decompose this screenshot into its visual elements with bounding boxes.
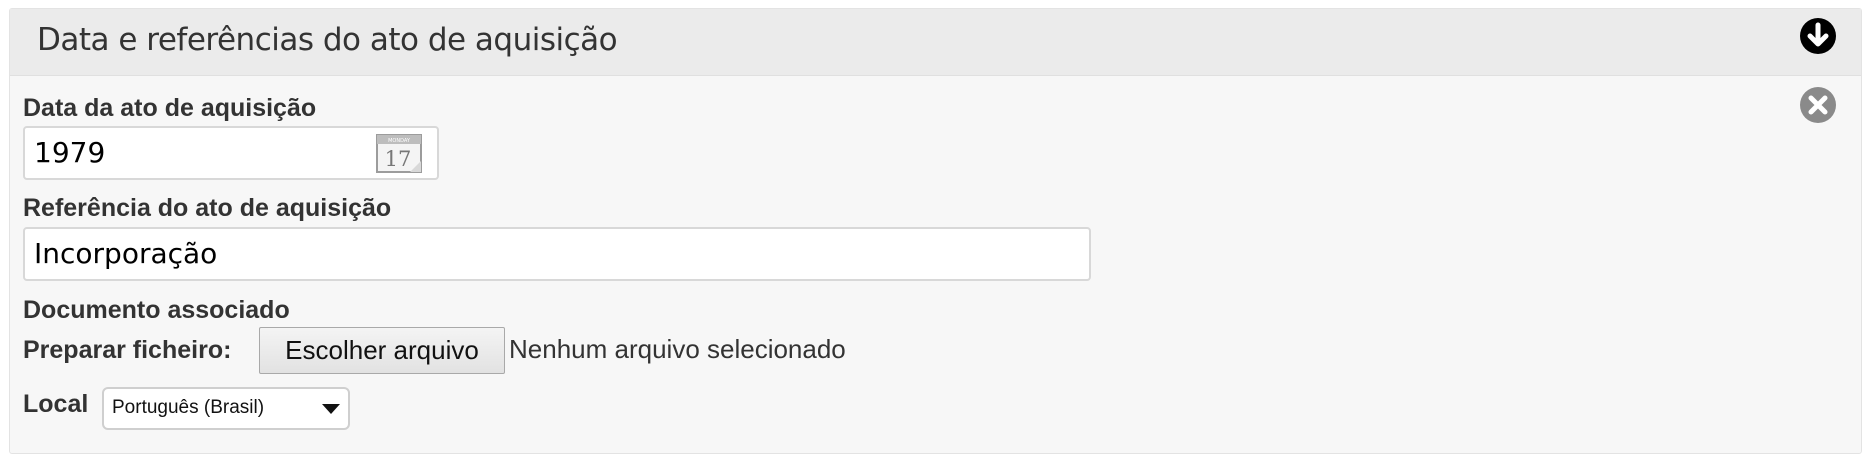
date-label: Data da ato de aquisição [23,94,317,122]
arrow-down-circle-icon[interactable] [1799,17,1837,55]
prepare-file-label: Preparar ficheiro: [23,336,232,364]
chevron-down-icon [322,404,340,414]
svg-text:MONDAY: MONDAY [388,138,411,144]
panel-header[interactable]: Data e referências do ato de aquisição [10,9,1861,76]
locale-label: Local [23,390,89,418]
calendar-icon[interactable]: MONDAY 17 [376,133,422,173]
document-label: Documento associado [23,296,290,324]
choose-file-button[interactable]: Escolher arquivo [259,327,505,374]
file-status-text: Nenhum arquivo selecionado [509,334,846,364]
calendar-day: 17 [385,147,412,171]
close-circle-icon[interactable] [1799,86,1837,124]
reference-input[interactable]: Incorporação [23,227,1091,281]
locale-select[interactable]: Português (Brasil) [102,387,350,430]
locale-selected-value: Português (Brasil) [112,397,265,418]
reference-label: Referência do ato de aquisição [23,194,392,222]
panel-title: Data e referências do ato de aquisição [37,22,618,58]
